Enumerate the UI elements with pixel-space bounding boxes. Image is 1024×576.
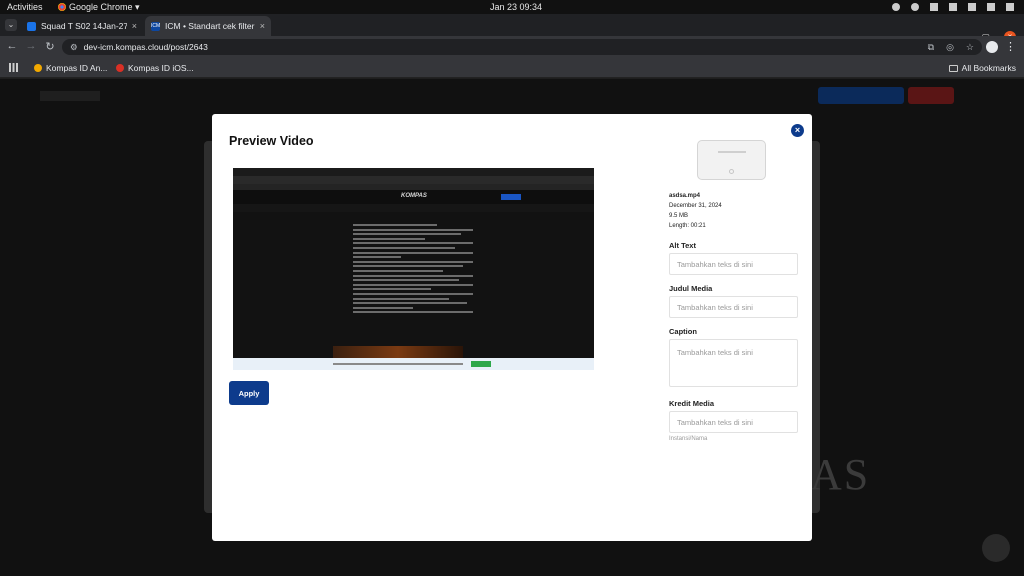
preview-video-modal: Preview Video × KOMPAS Apply asdsa.mp4 D… (212, 114, 812, 541)
open-in-app-icon[interactable]: ⧉ (928, 42, 934, 53)
microphone-icon (968, 3, 976, 11)
video-frame-tabs (233, 168, 594, 176)
clock[interactable]: Jan 23 09:34 (490, 2, 542, 12)
page-header-left (40, 91, 100, 101)
thumbnail-dot (729, 169, 734, 174)
all-bookmarks-label: All Bookmarks (961, 63, 1016, 73)
file-metadata: asdsa.mp4 December 31, 2024 9.5 MB Lengt… (669, 191, 722, 231)
file-date: December 31, 2024 (669, 203, 722, 209)
site-info-icon[interactable]: ⚙ (70, 42, 78, 53)
bookmark-favicon-icon (116, 64, 124, 72)
volume-icon (949, 3, 957, 11)
tab-strip: ⌄ Squad T S02 14Jan-27Ja × ICM ICM • Sta… (0, 14, 1024, 46)
tray-app-icon[interactable] (892, 3, 900, 11)
tab-search-button[interactable]: ⌄ (5, 19, 17, 31)
bookmark-kompas-android[interactable]: Kompas ID An... (34, 63, 107, 73)
kredit-media-label: Kredit Media (669, 399, 715, 408)
file-length: Length: 00:21 (669, 223, 706, 229)
omnibox-actions: ⧉ ◎ ☆ (928, 42, 974, 53)
battery-icon (987, 3, 995, 11)
page-danger-button (908, 87, 954, 104)
alt-text-input[interactable] (669, 253, 798, 275)
thumbnail-bar (718, 151, 746, 153)
video-preview[interactable]: KOMPAS (233, 168, 594, 370)
page-primary-button (818, 87, 904, 104)
forward-arrow-icon[interactable]: → (24, 40, 38, 52)
tab-close-icon[interactable]: × (132, 21, 137, 31)
modal-title: Preview Video (229, 134, 314, 148)
bookmark-label: Kompas ID iOS... (128, 63, 194, 73)
video-frame-url (233, 176, 594, 184)
video-frame-banner-button (471, 361, 491, 367)
browser-toolbar: ← → ↻ ⚙ dev-icm.kompas.cloud/post/2643 ⧉… (0, 36, 1024, 58)
caption-label: Caption (669, 327, 697, 336)
video-frame-logo: KOMPAS (401, 193, 427, 199)
bookmark-favicon-icon (34, 64, 42, 72)
profile-avatar[interactable] (986, 41, 998, 53)
tab-favicon-icon: ICM (151, 21, 161, 31)
judul-media-input[interactable] (669, 296, 798, 318)
all-bookmarks[interactable]: All Bookmarks (948, 63, 1016, 73)
judul-media-label: Judul Media (669, 284, 713, 293)
chrome-icon (58, 3, 66, 11)
tab-close-icon[interactable]: × (260, 21, 265, 31)
tracking-blocked-icon[interactable]: ◎ (946, 42, 954, 53)
video-frame-article (353, 224, 473, 316)
file-size: 9.5 MB (669, 213, 689, 219)
url-text: dev-icm.kompas.cloud/post/2643 (83, 42, 208, 52)
kredit-media-hint: Instansi/Nama (669, 436, 708, 442)
bookmark-kompas-ios[interactable]: Kompas ID iOS... (116, 63, 194, 73)
bookmark-star-icon[interactable]: ☆ (966, 42, 974, 53)
bookmark-label: Kompas ID An... (46, 63, 108, 73)
page-logo-fragment: AS (810, 450, 871, 499)
activities-button[interactable]: Activities (7, 2, 43, 12)
video-thumbnail (697, 140, 766, 180)
tab-title: Squad T S02 14Jan-27Ja (41, 21, 127, 31)
address-bar[interactable]: ⚙ dev-icm.kompas.cloud/post/2643 ⧉ ◎ ☆ (62, 39, 982, 55)
bookmarks-bar: Kompas ID An... Kompas ID iOS... All Boo… (0, 58, 1024, 78)
tab-title: ICM • Standart cek filter (165, 21, 255, 31)
alt-text-label: Alt Text (669, 241, 696, 250)
page-floating-button (982, 534, 1010, 562)
system-tray[interactable] (892, 3, 1014, 11)
power-icon (1006, 3, 1014, 11)
chrome-menu-icon[interactable]: ⋮ (1005, 40, 1016, 53)
video-frame-image (333, 346, 463, 358)
tab-squad[interactable]: Squad T S02 14Jan-27Ja × (21, 16, 143, 36)
folder-icon (948, 64, 958, 72)
system-top-bar: Activities Google Chrome ▾ Jan 23 09:34 (0, 0, 1024, 14)
video-frame-button (501, 194, 521, 200)
video-frame-banner (233, 358, 594, 370)
modal-close-icon[interactable]: × (791, 124, 804, 137)
kredit-media-input[interactable] (669, 411, 798, 433)
caption-textarea[interactable] (669, 339, 798, 387)
apply-button[interactable]: Apply (229, 381, 269, 405)
video-frame-header: KOMPAS (233, 190, 594, 204)
tray-status-icon[interactable] (911, 3, 919, 11)
app-menu-label: Google Chrome ▾ (69, 1, 140, 12)
wifi-icon (930, 3, 938, 11)
apps-grid-icon[interactable] (9, 63, 18, 72)
file-name: asdsa.mp4 (669, 193, 701, 199)
app-menu[interactable]: Google Chrome ▾ (58, 2, 140, 13)
back-arrow-icon[interactable]: ← (5, 40, 19, 52)
tab-favicon-icon (27, 21, 36, 31)
reload-icon[interactable]: ↻ (43, 40, 57, 53)
video-frame-subheader (233, 204, 594, 212)
tab-icm[interactable]: ICM ICM • Standart cek filter × (145, 16, 271, 36)
